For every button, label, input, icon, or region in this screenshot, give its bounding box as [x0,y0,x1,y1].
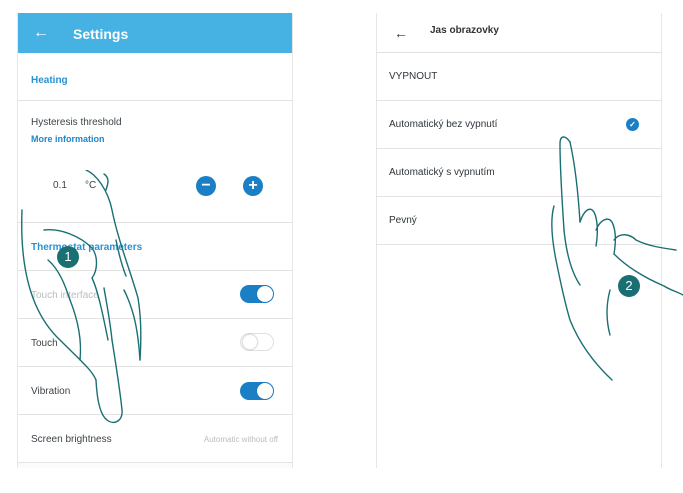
brightness-header: ← Jas obrazovky [377,13,661,53]
option-label: Pevný [389,215,417,226]
screen-brightness-value: Automatic without off [203,435,278,444]
option-label: Automatický bez vypnutí [389,119,498,130]
vibration-toggle[interactable] [240,382,274,400]
hysteresis-label: Hysteresis threshold [31,117,122,128]
option-label: VYPNOUT [389,71,438,82]
pointing-hand-icon [551,136,683,381]
touch-toggle[interactable] [240,333,274,351]
touch-interface-toggle[interactable] [240,285,274,303]
back-arrow-icon[interactable]: ← [394,23,408,43]
settings-header: ← Settings [18,13,292,53]
page-title: Jas obrazovky [430,25,499,36]
increase-button[interactable]: + [243,176,263,196]
more-information-link[interactable]: More information [31,134,105,144]
back-arrow-icon[interactable]: ← [33,23,49,43]
option-row-off[interactable]: VYPNOUT [377,53,661,101]
pointing-hand-icon [21,170,142,424]
option-label: Automatický s vypnutím [389,167,495,178]
page-title: Settings [73,26,129,42]
step-badge-2: 2 [618,275,640,297]
step-badge-1: 1 [57,246,79,268]
heating-section-row: Heating [18,53,292,101]
heating-section-label: Heating [31,75,68,86]
